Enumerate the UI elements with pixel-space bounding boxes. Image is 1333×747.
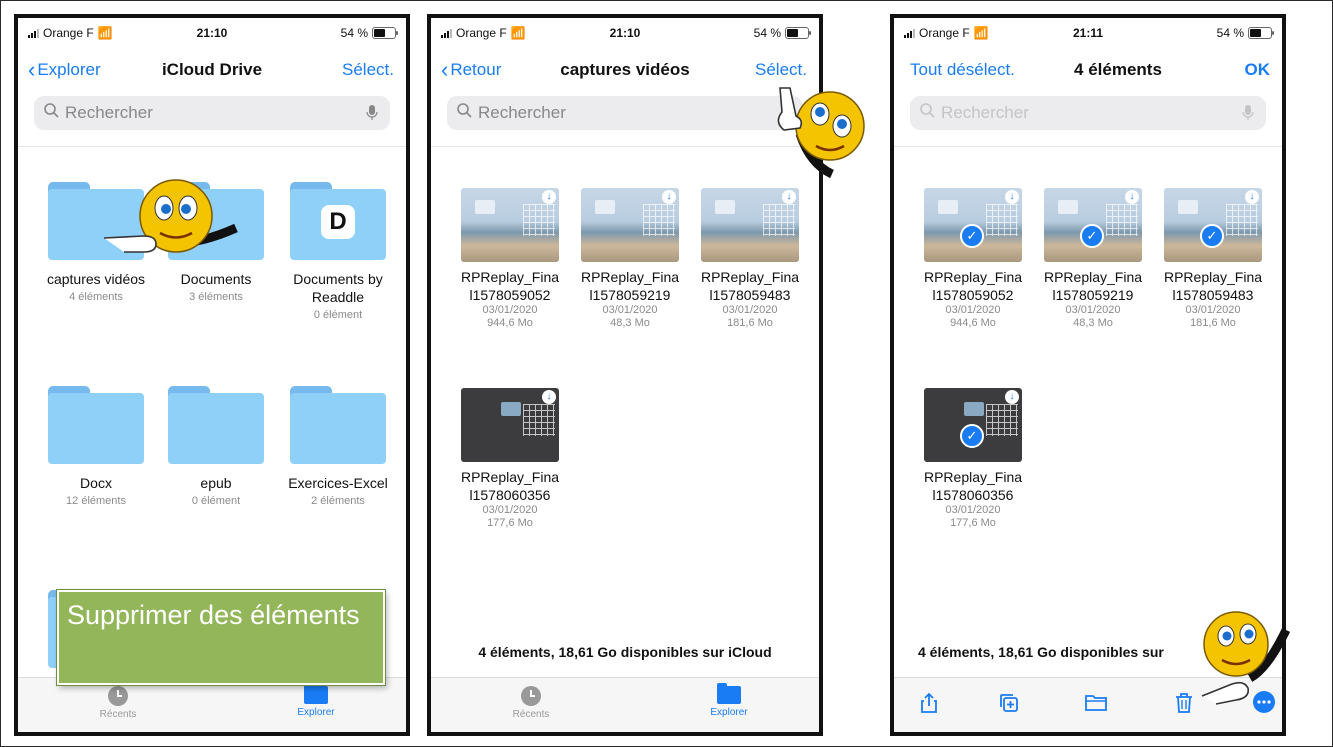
status-bar: Orange F 📶 21:11 54 % [894,18,1282,46]
folder-name: Documents by Readdle [293,271,383,305]
video-thumbnail[interactable]: ↓ [461,388,559,462]
cloud-download-icon: ↓ [662,190,676,204]
folder-count: 12 éléments [66,495,126,507]
cloud-download-icon: ↓ [1245,190,1259,204]
clock-icon [521,686,541,706]
battery-icon [372,27,398,39]
battery-icon [785,27,811,39]
video-thumbnail[interactable]: ↓ [581,188,679,262]
folder-name: epub [200,475,232,491]
file-item[interactable]: RPReplay_Fina l1578060356 03/01/2020 177… [913,468,1033,530]
share-icon[interactable] [920,692,938,720]
folder-count: 3 éléments [189,291,243,303]
search-icon [44,103,59,123]
checkmark-icon: ✓ [1080,224,1104,248]
search-input[interactable]: Rechercher [910,96,1266,130]
readdle-logo-icon: D [321,205,355,239]
battery-percent: 54 % [753,26,781,40]
folder-icon [304,683,328,704]
folder-name: Exercices-Excel [288,475,388,491]
tab-bar: Récents Explorer [18,677,406,732]
page-title: 4 éléments [1074,60,1162,79]
file-item[interactable]: RPReplay_Fina l1578059052 03/01/2020 944… [450,268,570,330]
file-item[interactable]: RPReplay_Fina l1578059219 03/01/2020 48,… [570,268,690,330]
tab-recents[interactable]: Récents [491,686,571,720]
tab-explorer[interactable]: Explorer [276,683,356,718]
microphone-icon[interactable] [366,104,378,127]
status-bar: Orange F 📶 21:10 54 % [18,18,406,46]
pointing-smiley-illustration [1201,611,1291,705]
search-input[interactable]: Rechercher [447,96,803,130]
file-item[interactable]: RPReplay_Fina l1578060356 03/01/2020 177… [450,468,570,530]
folder-exercices-excel[interactable] [290,386,386,464]
folder-count: 4 éléments [69,291,123,303]
clock-icon [108,686,128,706]
battery-icon [1248,27,1274,39]
status-bar: Orange F 📶 21:10 54 % [431,18,819,46]
pointing-smiley-illustration [777,87,865,179]
navigation-bar: ‹ Explorer iCloud Drive Sélect. [18,56,406,86]
caption-banner: Supprimer des éléments [57,590,385,685]
file-item[interactable]: RPReplay_Fina l1578059219 03/01/2020 48,… [1033,268,1153,330]
microphone-icon[interactable] [1242,104,1254,127]
file-item[interactable]: RPReplay_Fina l1578059052 03/01/2020 944… [913,268,1033,330]
cloud-download-icon: ↓ [1005,190,1019,204]
move-folder-icon[interactable] [1084,692,1108,718]
video-thumbnail-selected[interactable]: ↓ ✓ [1164,188,1262,262]
cloud-download-icon: ↓ [542,190,556,204]
battery-percent: 54 % [1216,26,1244,40]
folder-docx[interactable] [48,386,144,464]
checkmark-icon: ✓ [1200,224,1224,248]
folder-name: Docx [80,475,112,491]
search-icon [920,103,935,123]
file-item[interactable]: RPReplay_Fina l1578059483 03/01/2020 181… [1153,268,1273,330]
video-thumbnail[interactable]: ↓ [701,188,799,262]
storage-summary: 4 éléments, 18,61 Go disponibles sur iCl… [478,644,772,660]
pointing-smiley-illustration [103,179,238,253]
search-input[interactable]: Rechercher [34,96,390,130]
checkmark-icon: ✓ [960,424,984,448]
folder-epub[interactable] [168,386,264,464]
tab-recents[interactable]: Récents [78,686,158,720]
folder-count: 0 élément [191,495,241,507]
file-item[interactable]: RPReplay_Fina l1578059483 03/01/2020 181… [690,268,810,330]
checkmark-icon: ✓ [960,224,984,248]
video-thumbnail-selected[interactable]: ↓ ✓ [924,388,1022,462]
duplicate-icon[interactable] [998,692,1020,720]
video-thumbnail[interactable]: ↓ [461,188,559,262]
battery-percent: 54 % [340,26,368,40]
video-thumbnail-selected[interactable]: ↓ ✓ [924,188,1022,262]
cloud-download-icon: ↓ [1125,190,1139,204]
ok-button[interactable]: OK [1245,60,1271,80]
navigation-bar: Tout désélect. 4 éléments OK [894,56,1282,86]
select-button[interactable]: Sélect. [342,60,394,80]
tab-explorer[interactable]: Explorer [689,683,769,718]
folder-icon [717,683,741,704]
folder-count: 0 élément [313,309,363,321]
folder-documents-by-readdle[interactable]: D [290,182,386,260]
cloud-download-icon: ↓ [542,390,556,404]
folder-count: 2 éléments [311,495,365,507]
video-thumbnail-selected[interactable]: ↓ ✓ [1044,188,1142,262]
cloud-download-icon: ↓ [1005,390,1019,404]
tab-bar: Récents Explorer [431,677,819,732]
cloud-download-icon: ↓ [782,190,796,204]
search-icon [457,103,472,123]
